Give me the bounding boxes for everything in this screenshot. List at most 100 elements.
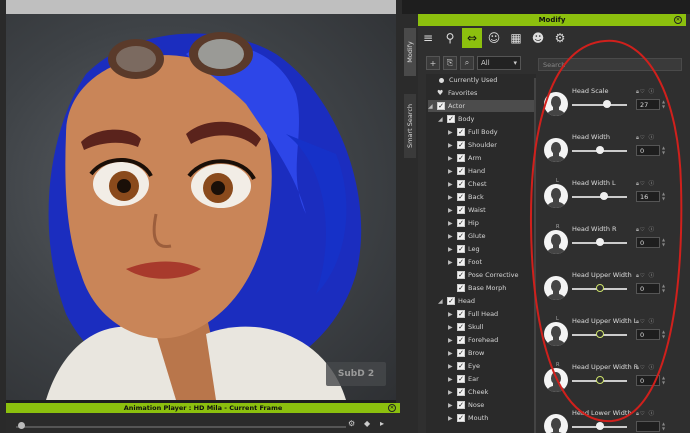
collapse-triangle-icon[interactable]: ▶ — [448, 402, 454, 409]
checkbox[interactable]: ✓ — [457, 362, 465, 370]
checkbox[interactable]: ✓ — [447, 115, 455, 123]
tab-smart-search[interactable]: Smart Search — [404, 94, 416, 158]
import-icon[interactable]: ⎘ — [443, 56, 457, 70]
tree-item[interactable]: ▶ ✓ Eye — [448, 360, 536, 372]
checkbox[interactable]: ✓ — [457, 375, 465, 383]
checkbox[interactable]: ✓ — [457, 414, 465, 422]
checkbox[interactable]: ✓ — [457, 284, 465, 292]
collapse-triangle-icon[interactable]: ▶ — [448, 324, 454, 331]
tree-item[interactable]: ◢ ✓ Head — [438, 295, 536, 307]
tree-item[interactable]: ▶ ✓ Nose — [448, 399, 536, 411]
collapse-triangle-icon[interactable]: ▶ — [448, 207, 454, 214]
tree-item[interactable]: ▶ ✓ Forehead — [448, 334, 536, 346]
tree-item[interactable]: ▶ ✓ Brow — [448, 347, 536, 359]
motion-icon[interactable]: ⚲ — [440, 28, 460, 48]
collapse-triangle-icon[interactable]: ▶ — [448, 181, 454, 188]
close-icon[interactable]: ✕ — [388, 404, 396, 412]
tree-item[interactable]: ▶ ✓ Hand — [448, 165, 536, 177]
collapse-triangle-icon[interactable]: ▶ — [448, 363, 454, 370]
checkbox[interactable]: ✓ — [457, 232, 465, 240]
tree-item[interactable]: ▶ ✓ Ear — [448, 373, 536, 385]
expand-triangle-icon[interactable]: ◢ — [428, 103, 434, 110]
sliders-icon[interactable]: ≡ — [418, 28, 438, 48]
tree-item[interactable]: ▶ ✓ Full Head — [448, 308, 536, 320]
collapse-triangle-icon[interactable]: ▶ — [448, 155, 454, 162]
tree-item[interactable]: ◢ ✓ Actor — [428, 100, 536, 112]
checkbox[interactable]: ✓ — [457, 167, 465, 175]
checkbox[interactable]: ✓ — [457, 206, 465, 214]
collapse-triangle-icon[interactable]: ▶ — [448, 220, 454, 227]
tree-item-label: Full Body — [468, 128, 498, 136]
checkbox[interactable]: ✓ — [457, 271, 465, 279]
filter-select[interactable]: All ▾ — [477, 56, 521, 70]
tree-item[interactable]: ✓ Pose Corrective — [448, 269, 536, 281]
checkbox[interactable]: ✓ — [447, 297, 455, 305]
close-icon[interactable]: ✕ — [674, 16, 682, 24]
tree-item[interactable]: ▶ ✓ Shoulder — [448, 139, 536, 151]
tree-item-label: Waist — [468, 206, 486, 214]
tab-smart-search-label: Smart Search — [406, 103, 414, 149]
tree-item[interactable]: ▶ ✓ Arm — [448, 152, 536, 164]
checkbox[interactable]: ✓ — [457, 310, 465, 318]
tree-item[interactable]: ▶ ✓ Skull — [448, 321, 536, 333]
tree-item[interactable]: ▶ ✓ Mouth — [448, 412, 536, 424]
checkbox[interactable]: ✓ — [457, 336, 465, 344]
collapse-triangle-icon[interactable]: ▶ — [448, 259, 454, 266]
collapse-triangle-icon[interactable]: ▶ — [448, 415, 454, 422]
tree-item[interactable]: ▶ ✓ Hip — [448, 217, 536, 229]
collapse-triangle-icon[interactable]: ▶ — [448, 350, 454, 357]
tree-item[interactable]: ✓ Base Morph — [448, 282, 536, 294]
expand-triangle-icon[interactable]: ◢ — [438, 116, 444, 123]
checkbox[interactable]: ✓ — [457, 245, 465, 253]
checkbox[interactable]: ✓ — [457, 128, 465, 136]
checkbox[interactable]: ✓ — [457, 401, 465, 409]
tree-item[interactable]: ♥ Favorites — [428, 87, 536, 99]
tree-item[interactable]: ▶ ✓ Leg — [448, 243, 536, 255]
3d-viewport[interactable]: SubD 2 — [6, 14, 396, 400]
tree-item[interactable]: ▶ ✓ Glute — [448, 230, 536, 242]
add-icon[interactable]: + — [426, 56, 440, 70]
timeline-track[interactable] — [16, 426, 346, 428]
checker-icon[interactable]: ▦ — [506, 28, 526, 48]
expand-triangle-icon[interactable]: ◢ — [438, 298, 444, 305]
tree-item[interactable]: ▶ ✓ Waist — [448, 204, 536, 216]
collapse-triangle-icon[interactable]: ▶ — [448, 311, 454, 318]
expand-icon[interactable]: ▸ — [380, 419, 390, 428]
tab-modify[interactable]: Modify — [404, 28, 416, 76]
checkbox[interactable]: ✓ — [437, 102, 445, 110]
checkbox[interactable]: ✓ — [457, 258, 465, 266]
tree-item[interactable]: ▶ ✓ Cheek — [448, 386, 536, 398]
collapse-triangle-icon[interactable]: ▶ — [448, 389, 454, 396]
checkbox[interactable]: ✓ — [457, 141, 465, 149]
collapse-triangle-icon[interactable]: ▶ — [448, 233, 454, 240]
checkbox[interactable]: ✓ — [457, 180, 465, 188]
collapse-triangle-icon[interactable]: ▶ — [448, 246, 454, 253]
search-icon[interactable]: ⌕ — [460, 56, 474, 70]
checkbox[interactable]: ✓ — [457, 388, 465, 396]
timeline-knob[interactable] — [18, 422, 25, 429]
tree-item[interactable]: ▶ ✓ Foot — [448, 256, 536, 268]
tree-item[interactable]: ◢ ✓ Body — [438, 113, 536, 125]
settings-icon[interactable]: ⚙ — [348, 419, 358, 428]
collapse-triangle-icon[interactable]: ▶ — [448, 142, 454, 149]
tree-item[interactable]: ▶ ✓ Back — [448, 191, 536, 203]
tree-item[interactable]: ▶ ✓ Full Body — [448, 126, 536, 138]
key-icon[interactable]: ◆ — [364, 419, 374, 428]
tree-item-label: Arm — [468, 154, 482, 162]
collapse-triangle-icon[interactable]: ▶ — [448, 376, 454, 383]
tree-item[interactable]: ▶ ✓ Chest — [448, 178, 536, 190]
tree-toolbar: + ⎘ ⌕ All ▾ — [426, 56, 536, 70]
morph-icon[interactable]: ⇔ — [462, 28, 482, 48]
collapse-triangle-icon[interactable]: ▶ — [448, 168, 454, 175]
checkbox[interactable]: ✓ — [457, 323, 465, 331]
collapse-triangle-icon[interactable]: ▶ — [448, 194, 454, 201]
checkbox[interactable]: ✓ — [457, 154, 465, 162]
checkbox[interactable]: ✓ — [457, 349, 465, 357]
checkbox[interactable]: ✓ — [457, 219, 465, 227]
face-icon[interactable]: ☺ — [484, 28, 504, 48]
tree-item[interactable]: Currently Used — [428, 74, 536, 86]
collapse-triangle-icon[interactable]: ▶ — [448, 129, 454, 136]
tree-item-label: Full Head — [468, 310, 499, 318]
collapse-triangle-icon[interactable]: ▶ — [448, 337, 454, 344]
checkbox[interactable]: ✓ — [457, 193, 465, 201]
